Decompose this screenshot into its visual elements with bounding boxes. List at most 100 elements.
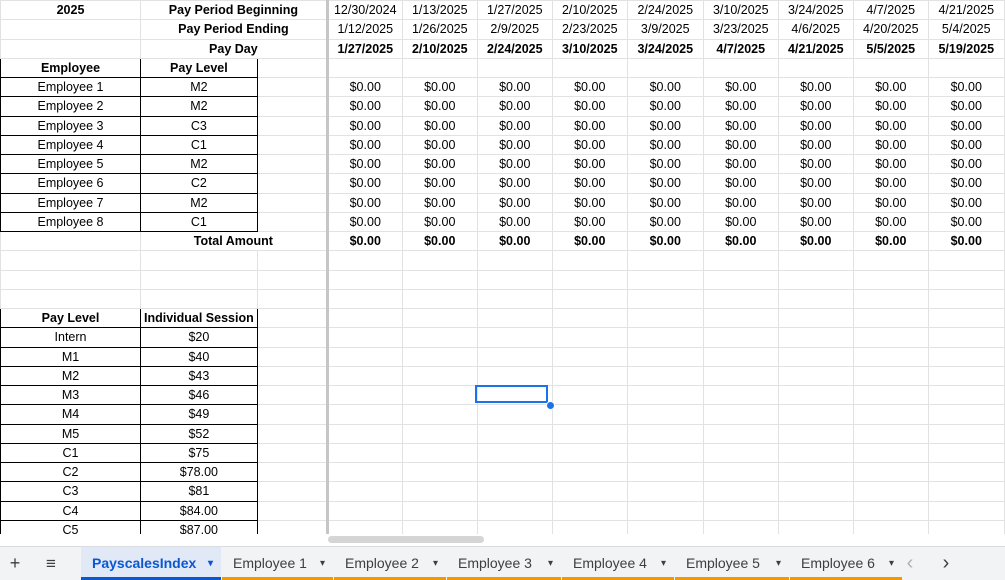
- sheet-tab[interactable]: Employee 5 ▾: [675, 547, 789, 580]
- amount-cell[interactable]: $0.00: [852, 76, 929, 98]
- empty-cell[interactable]: [476, 346, 553, 367]
- empty-cell[interactable]: [852, 384, 929, 406]
- employee-name-cell[interactable]: Employee 1: [0, 76, 141, 98]
- chevron-down-icon[interactable]: ▾: [208, 547, 213, 580]
- pay-day-cell[interactable]: 3/10/2025: [551, 38, 628, 59]
- sheet-tab[interactable]: Employee 4 ▾: [562, 547, 674, 580]
- empty-cell[interactable]: [401, 307, 478, 329]
- paylevel-cell[interactable]: C1: [0, 442, 141, 464]
- chevron-down-icon[interactable]: ▾: [548, 547, 553, 580]
- empty-cell[interactable]: [326, 481, 403, 502]
- amount-cell[interactable]: $0.00: [702, 173, 779, 194]
- employee-level-cell[interactable]: M2: [140, 153, 258, 175]
- empty-cell[interactable]: [927, 365, 1005, 387]
- amount-cell[interactable]: $0.00: [777, 153, 854, 175]
- empty-cell[interactable]: [551, 519, 628, 534]
- period-begin-cell[interactable]: 3/24/2025: [777, 0, 854, 21]
- period-begin-cell[interactable]: 12/30/2024: [326, 0, 403, 21]
- amount-cell[interactable]: $0.00: [702, 192, 779, 213]
- paylevel-cell[interactable]: M1: [0, 346, 141, 367]
- period-end-cell[interactable]: 3/9/2025: [626, 19, 704, 40]
- empty-cell[interactable]: [326, 519, 403, 534]
- empty-cell[interactable]: [852, 423, 929, 444]
- chevron-down-icon[interactable]: ▾: [776, 547, 781, 580]
- empty-cell[interactable]: [326, 442, 403, 464]
- sheet-tab[interactable]: Employee 3 ▾: [447, 547, 561, 580]
- empty-cell[interactable]: [702, 442, 779, 464]
- amount-cell[interactable]: $0.00: [401, 134, 478, 156]
- empty-cell[interactable]: [256, 192, 329, 213]
- empty-cell[interactable]: [401, 57, 478, 79]
- pay-day-label[interactable]: Pay Day: [140, 38, 329, 59]
- empty-cell[interactable]: [476, 519, 553, 534]
- sheet-tab[interactable]: PayscalesIndex ▾: [81, 547, 221, 580]
- empty-cell[interactable]: [476, 500, 553, 521]
- paylevel-cell[interactable]: M3: [0, 384, 141, 406]
- empty-cell[interactable]: [401, 519, 478, 534]
- empty-cell[interactable]: [256, 423, 329, 444]
- empty-cell[interactable]: [626, 365, 704, 387]
- period-begin-cell[interactable]: 3/10/2025: [702, 0, 779, 21]
- employee-level-cell[interactable]: C3: [140, 115, 258, 136]
- empty-cell[interactable]: [927, 288, 1005, 310]
- empty-cell[interactable]: [777, 57, 854, 79]
- paylevel-header[interactable]: Pay Level: [0, 307, 141, 329]
- total-cell[interactable]: $0.00: [777, 230, 854, 252]
- empty-cell[interactable]: [476, 442, 553, 464]
- amount-cell[interactable]: $0.00: [476, 211, 553, 233]
- session-header[interactable]: Individual Session: [140, 307, 258, 329]
- amount-cell[interactable]: $0.00: [401, 153, 478, 175]
- amount-cell[interactable]: $0.00: [551, 173, 628, 194]
- amount-cell[interactable]: $0.00: [626, 96, 704, 117]
- amount-cell[interactable]: $0.00: [626, 76, 704, 98]
- period-end-cell[interactable]: 4/20/2025: [852, 19, 929, 40]
- amount-cell[interactable]: $0.00: [551, 115, 628, 136]
- empty-cell[interactable]: [256, 134, 329, 156]
- empty-cell[interactable]: [401, 442, 478, 464]
- empty-cell[interactable]: [401, 288, 478, 310]
- empty-cell[interactable]: [256, 57, 329, 79]
- empty-cell[interactable]: [702, 423, 779, 444]
- empty-cell[interactable]: [551, 481, 628, 502]
- pay-day-cell[interactable]: 2/10/2025: [401, 38, 478, 59]
- empty-cell[interactable]: [702, 57, 779, 79]
- empty-cell[interactable]: [401, 269, 478, 290]
- amount-cell[interactable]: $0.00: [852, 115, 929, 136]
- empty-cell[interactable]: [326, 365, 403, 387]
- empty-cell[interactable]: [626, 500, 704, 521]
- empty-cell[interactable]: [551, 269, 628, 290]
- period-begin-cell[interactable]: 2/10/2025: [551, 0, 628, 21]
- empty-cell[interactable]: [777, 384, 854, 406]
- amount-cell[interactable]: $0.00: [777, 211, 854, 233]
- empty-cell[interactable]: [551, 250, 628, 271]
- empty-cell[interactable]: [777, 519, 854, 534]
- period-begin-cell[interactable]: 1/27/2025: [476, 0, 553, 21]
- empty-cell[interactable]: [326, 57, 403, 79]
- empty-cell[interactable]: [777, 327, 854, 348]
- amount-cell[interactable]: $0.00: [401, 96, 478, 117]
- empty-cell[interactable]: [551, 404, 628, 425]
- session-rate-cell[interactable]: $40: [140, 346, 258, 367]
- empty-cell[interactable]: [476, 250, 553, 271]
- empty-cell[interactable]: [777, 481, 854, 502]
- amount-cell[interactable]: $0.00: [326, 211, 403, 233]
- empty-cell[interactable]: [256, 307, 329, 329]
- amount-cell[interactable]: $0.00: [702, 115, 779, 136]
- period-begin-cell[interactable]: 4/21/2025: [927, 0, 1005, 21]
- empty-cell[interactable]: [326, 288, 403, 310]
- empty-cell[interactable]: [852, 307, 929, 329]
- empty-cell[interactable]: [777, 250, 854, 271]
- pay-day-cell[interactable]: 2/24/2025: [476, 38, 553, 59]
- amount-cell[interactable]: $0.00: [852, 134, 929, 156]
- amount-cell[interactable]: $0.00: [551, 192, 628, 213]
- period-end-cell[interactable]: 1/12/2025: [326, 19, 403, 40]
- empty-cell[interactable]: [927, 57, 1005, 79]
- total-cell[interactable]: $0.00: [476, 230, 553, 252]
- empty-cell[interactable]: [702, 288, 779, 310]
- amount-cell[interactable]: $0.00: [852, 153, 929, 175]
- empty-cell[interactable]: [702, 327, 779, 348]
- paylevel-cell[interactable]: M2: [0, 365, 141, 387]
- empty-cell[interactable]: [626, 384, 704, 406]
- period-end-cell[interactable]: 1/26/2025: [401, 19, 478, 40]
- empty-cell[interactable]: [626, 346, 704, 367]
